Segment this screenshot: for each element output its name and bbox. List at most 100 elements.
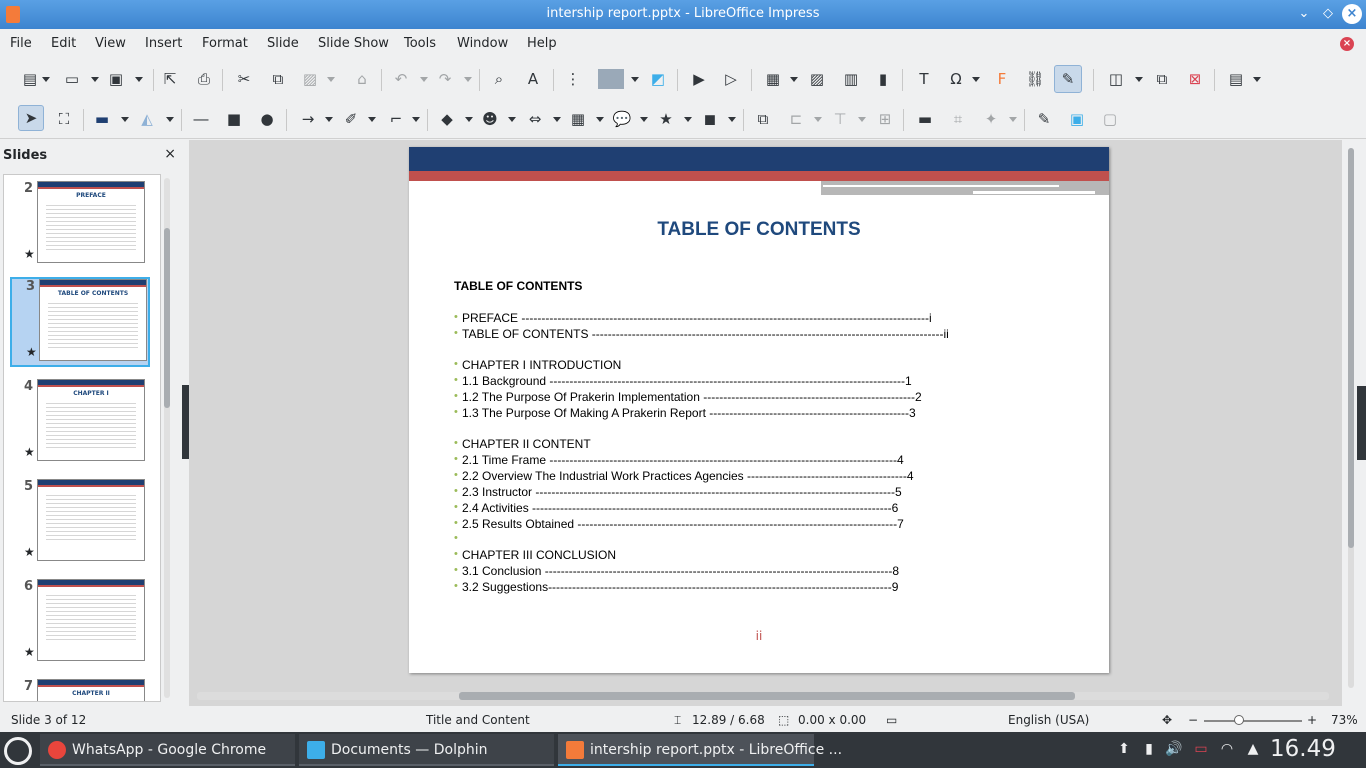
fill-color-icon[interactable]: ◭ [137,109,157,129]
menu-format[interactable]: Format [202,36,248,51]
redo-dropdown-icon[interactable] [464,77,472,82]
menu-file[interactable]: File [10,36,32,51]
minimize-icon[interactable]: ⌄ [1294,4,1314,24]
slide-title[interactable]: TABLE OF CONTENTS [409,219,1109,241]
cut-icon[interactable]: ✂ [234,69,254,89]
start-current-slide-icon[interactable]: ▷ [721,69,741,89]
fontwork-icon[interactable]: F [992,69,1012,89]
display-views-icon[interactable] [598,69,624,89]
spelling-icon[interactable]: A [523,69,543,89]
3d-objects-icon[interactable]: ◼ [700,109,720,129]
symbol-shapes-dropdown-icon[interactable] [508,117,516,122]
slide-layout-dropdown-icon[interactable] [1253,77,1261,82]
thumbnail-scrollbar[interactable] [164,178,170,698]
special-character-dropdown-icon[interactable] [972,77,980,82]
zoom-percentage[interactable]: 73% [1331,713,1358,727]
clock[interactable]: 16.49 [1270,736,1336,762]
horizontal-scrollbar[interactable] [197,692,1329,700]
slide-layout-name[interactable]: Title and Content [426,713,530,727]
slide-thumbnail-3[interactable]: 3 TABLE OF CONTENTS ★ [10,277,150,367]
insert-table-icon[interactable]: ▦ [763,69,783,89]
updates-icon[interactable]: ⬆ [1115,740,1133,758]
slide-thumbnail-2[interactable]: 2 PREFACE ★ [10,181,150,271]
insert-ellipse-icon[interactable]: ● [257,109,277,129]
duplicate-slide-icon[interactable]: ⧉ [1152,69,1172,89]
language-indicator[interactable]: English (USA) [1008,713,1089,727]
stars-dropdown-icon[interactable] [684,117,692,122]
wifi-icon[interactable]: ◠ [1218,740,1236,758]
grid-icon[interactable]: ⋮ [563,69,583,89]
close-document-icon[interactable]: × [1340,37,1354,51]
callouts-icon[interactable]: 💬 [612,109,632,129]
crop-icon[interactable]: ⌗ [948,109,968,129]
toggle-point-edit-icon[interactable]: ✎ [1034,109,1054,129]
align-objects-icon[interactable]: ⊏ [786,109,806,129]
save-icon[interactable]: ▣ [106,69,126,89]
content-heading[interactable]: TABLE OF CONTENTS [454,279,582,293]
zoom-slider[interactable] [1204,715,1302,725]
filter-dropdown-icon[interactable] [1009,117,1017,122]
fit-slide-icon[interactable]: ✥ [1162,713,1172,727]
menu-help[interactable]: Help [527,36,557,51]
line-color-icon[interactable]: ▬ [92,109,112,129]
3d-objects-dropdown-icon[interactable] [728,117,736,122]
copy-icon[interactable]: ⧉ [268,69,288,89]
sidebar-collapse-handle[interactable] [1357,386,1366,460]
menu-view[interactable]: View [95,36,126,51]
undo-icon[interactable]: ↶ [391,69,411,89]
clone-formatting-icon[interactable]: ⌂ [352,69,372,89]
clipboard-icon[interactable]: ▮ [1140,740,1158,758]
open-folder-icon[interactable]: ▭ [62,69,82,89]
task-libreoffice-impress[interactable]: intership report.pptx - LibreOffice ... [558,734,842,766]
insert-rectangle-icon[interactable]: ■ [224,109,244,129]
insert-chart-icon[interactable]: ▮ [873,69,893,89]
flowchart-icon[interactable]: ▦ [568,109,588,129]
application-launcher-icon[interactable] [4,737,32,765]
master-slide-icon[interactable]: ◩ [648,69,668,89]
vertical-scrollbar[interactable] [1342,140,1366,706]
close-window-button[interactable]: × [1342,4,1362,24]
paste-dropdown-icon[interactable] [327,77,335,82]
task-dolphin[interactable]: Documents — Dolphin [299,734,554,766]
flowchart-dropdown-icon[interactable] [596,117,604,122]
filter-icon[interactable]: ✦ [981,109,1001,129]
menu-slide-show[interactable]: Slide Show [318,36,389,51]
close-panel-icon[interactable]: × [164,146,176,162]
menu-window[interactable]: Window [457,36,508,51]
select-arrow-icon[interactable]: ➤ [18,105,44,131]
menu-slide[interactable]: Slide [267,36,299,51]
zoom-pan-icon[interactable]: ⛶ [54,109,74,129]
fill-color-dropdown-icon[interactable] [166,117,174,122]
redo-icon[interactable]: ↷ [435,69,455,89]
table-dropdown-icon[interactable] [790,77,798,82]
insert-textbox-icon[interactable]: T [914,69,934,89]
hyperlink-icon[interactable]: ⛓ [1025,69,1045,89]
slide-thumbnail-4[interactable]: 4 CHAPTER I ★ [10,379,150,469]
block-arrows-icon[interactable]: ⇔ [525,109,545,129]
paste-icon[interactable]: ▨ [300,69,320,89]
align-dropdown-icon[interactable] [814,117,822,122]
find-replace-icon[interactable]: ⌕ [489,69,509,89]
draw-functions-icon[interactable]: ✎ [1054,65,1082,93]
callouts-dropdown-icon[interactable] [640,117,648,122]
zoom-in-button[interactable]: + [1307,713,1317,727]
display-views-dropdown-icon[interactable] [631,77,639,82]
export-pdf-icon[interactable]: ⇱ [160,69,180,89]
lines-arrows-icon[interactable]: → [298,109,318,129]
undo-dropdown-icon[interactable] [420,77,428,82]
new-document-icon[interactable]: ▤ [20,69,40,89]
symbol-shapes-icon[interactable]: ☻ [480,109,500,129]
slide-thumbnail-6[interactable]: 6 ★ [10,579,150,669]
insert-media-icon[interactable]: ▥ [841,69,861,89]
lines-arrows-dropdown-icon[interactable] [325,117,333,122]
insert-line-icon[interactable]: ― [191,109,211,129]
curves-icon[interactable]: ✐ [341,109,361,129]
maximize-icon[interactable]: ◇ [1318,4,1338,24]
block-arrows-dropdown-icon[interactable] [553,117,561,122]
arrange-icon[interactable]: ⊤ [830,109,850,129]
menu-tools[interactable]: Tools [404,36,436,51]
special-character-icon[interactable]: Ω [946,69,966,89]
arrange-dropdown-icon[interactable] [858,117,866,122]
new-dropdown-icon[interactable] [42,77,50,82]
new-slide-icon[interactable]: ◫ [1106,69,1126,89]
